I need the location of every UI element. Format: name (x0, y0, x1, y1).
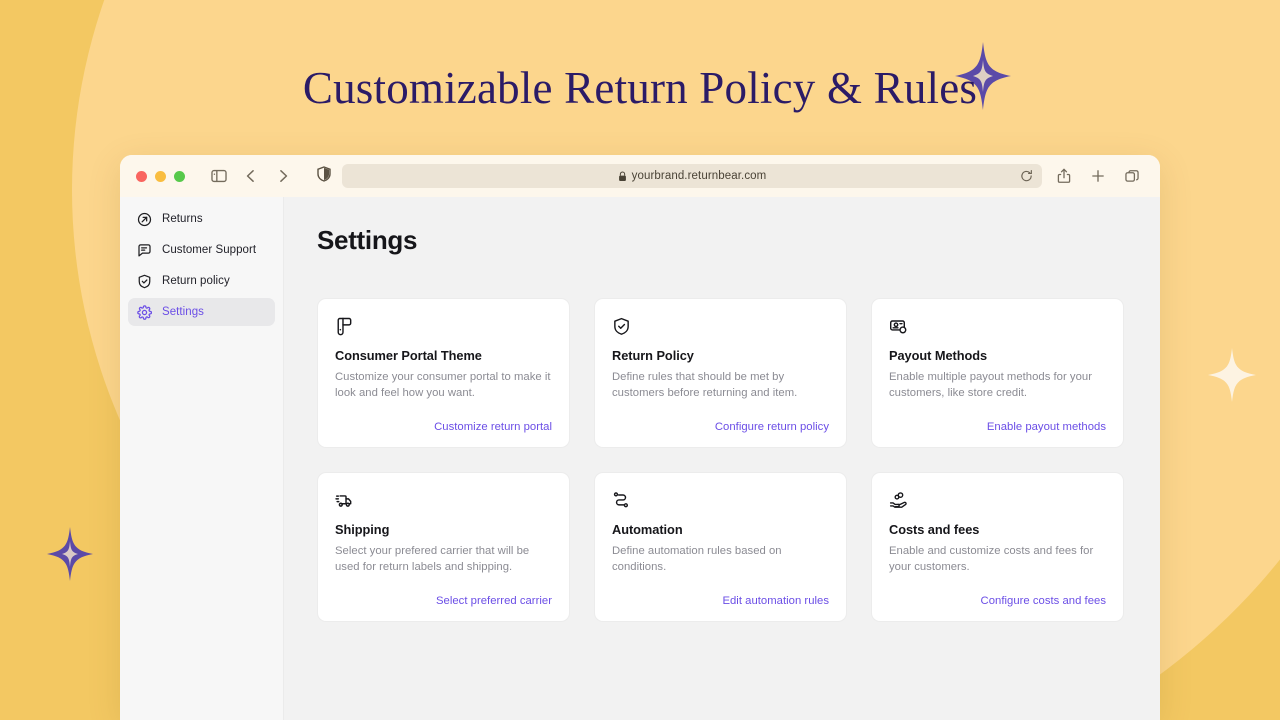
workflow-route-icon (612, 491, 829, 522)
settings-card-consumer-portal-theme[interactable]: Consumer Portal Theme Customize your con… (317, 298, 570, 448)
sidebar-toggle-icon[interactable] (210, 167, 228, 185)
app-body: Returns Customer Support (120, 197, 1160, 720)
card-action-link[interactable]: Customize return portal (434, 421, 552, 433)
back-chevron-left-icon[interactable] (242, 167, 260, 185)
hand-coins-icon (889, 491, 1106, 522)
sparkle-right-icon (1208, 348, 1256, 402)
browser-window: yourbrand.returnbear.com (120, 155, 1160, 720)
share-icon[interactable] (1056, 168, 1072, 184)
window-traffic-lights[interactable] (136, 171, 185, 182)
lock-icon (618, 171, 627, 182)
sidebar-item-settings[interactable]: Settings (128, 298, 275, 326)
card-title: Payout Methods (889, 348, 1106, 363)
card-action-link[interactable]: Enable payout methods (987, 421, 1106, 433)
sidebar-item-customer-support[interactable]: Customer Support (128, 236, 275, 264)
close-window-button[interactable] (136, 171, 147, 182)
returns-arrow-icon (137, 212, 152, 227)
card-description: Define rules that should be met by custo… (612, 370, 829, 401)
settings-card-return-policy[interactable]: Return Policy Define rules that should b… (594, 298, 847, 448)
sidebar-item-returns[interactable]: Returns (128, 205, 275, 233)
app-sidebar: Returns Customer Support (120, 197, 284, 720)
new-tab-plus-icon[interactable] (1090, 168, 1106, 184)
tab-overview-icon[interactable] (1124, 168, 1140, 184)
card-description: Enable and customize costs and fees for … (889, 544, 1106, 575)
settings-card-costs-and-fees[interactable]: Costs and fees Enable and customize cost… (871, 472, 1124, 622)
sidebar-item-label: Customer Support (162, 244, 256, 256)
card-action-link[interactable]: Select preferred carrier (436, 595, 552, 607)
payment-card-coin-icon (889, 317, 1106, 348)
settings-card-payout-methods[interactable]: Payout Methods Enable multiple payout me… (871, 298, 1124, 448)
gear-icon (137, 305, 152, 320)
settings-card-shipping[interactable]: Shipping Select your prefered carrier th… (317, 472, 570, 622)
maximize-window-button[interactable] (174, 171, 185, 182)
card-description: Enable multiple payout methods for your … (889, 370, 1106, 401)
card-action-link[interactable]: Configure costs and fees (981, 595, 1106, 607)
sidebar-item-return-policy[interactable]: Return policy (128, 267, 275, 295)
card-title: Shipping (335, 522, 552, 537)
forward-chevron-right-icon[interactable] (274, 167, 292, 185)
sidebar-item-label: Returns (162, 213, 203, 225)
address-bar-url: yourbrand.returnbear.com (632, 170, 767, 182)
settings-card-automation[interactable]: Automation Define automation rules based… (594, 472, 847, 622)
chat-bubble-icon (137, 243, 152, 258)
card-title: Costs and fees (889, 522, 1106, 537)
card-description: Customize your consumer portal to make i… (335, 370, 552, 401)
poster-canvas: Customizable Return Policy & Rules (0, 0, 1280, 720)
card-title: Automation (612, 522, 829, 537)
card-title: Consumer Portal Theme (335, 348, 552, 363)
page-headline: Customizable Return Policy & Rules (0, 62, 1280, 114)
minimize-window-button[interactable] (155, 171, 166, 182)
shield-privacy-icon[interactable] (316, 166, 332, 187)
sparkle-left-icon (47, 527, 93, 581)
browser-titlebar: yourbrand.returnbear.com (120, 155, 1160, 197)
card-action-link[interactable]: Configure return policy (715, 421, 829, 433)
paint-roller-icon (335, 317, 552, 348)
card-description: Select your prefered carrier that will b… (335, 544, 552, 575)
card-description: Define automation rules based on conditi… (612, 544, 829, 575)
settings-card-grid: Consumer Portal Theme Customize your con… (317, 298, 1122, 622)
page-title: Settings (317, 225, 1122, 256)
reload-icon[interactable] (1020, 170, 1033, 183)
delivery-truck-icon (335, 491, 552, 522)
shield-check-icon (612, 317, 829, 348)
sidebar-item-label: Settings (162, 306, 204, 318)
card-action-link[interactable]: Edit automation rules (722, 595, 829, 607)
shield-check-icon (137, 274, 152, 289)
address-bar[interactable]: yourbrand.returnbear.com (342, 164, 1042, 188)
sidebar-item-label: Return policy (162, 275, 230, 287)
card-title: Return Policy (612, 348, 829, 363)
main-content: Settings Consumer Portal Theme Custo (284, 197, 1160, 720)
